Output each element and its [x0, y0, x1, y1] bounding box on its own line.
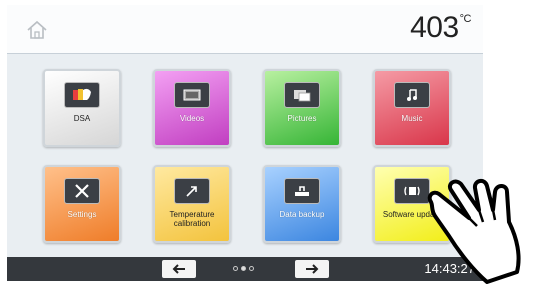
tile-label: Settings — [67, 210, 97, 219]
dsa-icon — [64, 82, 100, 108]
data-backup-icon — [284, 178, 320, 204]
music-note-icon — [394, 82, 430, 108]
header-bar: 403°C — [7, 5, 483, 54]
temperature-display: 403°C — [410, 11, 471, 45]
tile-data-backup[interactable]: Data backup — [263, 165, 341, 243]
touchscreen: 403°C DSA Videos Pictures Music Settings — [7, 5, 483, 281]
calibration-arrow-icon — [174, 178, 210, 204]
footer-bar: 14:43:27 — [7, 257, 483, 281]
arrow-right-icon — [306, 264, 319, 274]
tile-label: DSA — [73, 114, 91, 123]
arrow-left-icon — [172, 264, 185, 274]
tile-music[interactable]: Music — [373, 69, 451, 147]
home-icon[interactable] — [26, 19, 48, 41]
page-dot — [249, 266, 254, 271]
tile-label: Data backup — [279, 210, 325, 219]
page-dot-current — [241, 266, 246, 271]
tile-dsa[interactable]: DSA — [43, 69, 121, 147]
tools-icon — [64, 178, 100, 204]
tile-label: Temperature calibration — [169, 210, 215, 228]
tile-label: Pictures — [287, 114, 317, 123]
tile-settings[interactable]: Settings — [43, 165, 121, 243]
video-icon — [174, 82, 210, 108]
tile-temperature-calibration[interactable]: Temperature calibration — [153, 165, 231, 243]
temperature-value: 403 — [410, 11, 459, 44]
prev-page-button[interactable] — [162, 260, 196, 278]
pointing-hand-icon — [427, 179, 521, 284]
tile-videos[interactable]: Videos — [153, 69, 231, 147]
pictures-icon — [284, 82, 320, 108]
temperature-unit: °C — [459, 13, 472, 25]
page-indicator — [233, 266, 254, 271]
next-page-button[interactable] — [295, 260, 329, 278]
page-dot — [233, 266, 238, 271]
tile-label: Videos — [179, 114, 205, 123]
tile-pictures[interactable]: Pictures — [263, 69, 341, 147]
tile-label: Music — [401, 114, 423, 123]
